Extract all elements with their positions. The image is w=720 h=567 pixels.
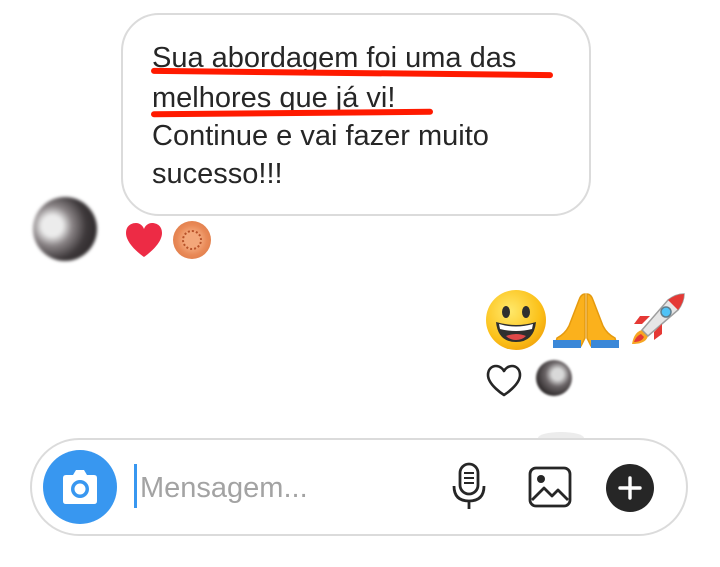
message-input[interactable]	[140, 466, 420, 510]
sender-avatar[interactable]	[33, 197, 97, 261]
folded-hands-emoji-icon	[553, 293, 619, 348]
grinning-face-emoji-icon	[486, 290, 546, 350]
seen-by-avatar	[536, 360, 572, 396]
plus-icon	[618, 476, 642, 500]
rocket-emoji-icon	[632, 293, 685, 344]
like-heart-outline-icon[interactable]	[485, 364, 523, 398]
camera-button[interactable]	[43, 450, 117, 524]
more-options-button[interactable]	[606, 464, 654, 512]
heart-reaction-icon	[126, 223, 162, 257]
message-line-4: sucesso!!!	[152, 158, 283, 190]
peach-sticker-reaction-icon	[173, 221, 211, 259]
gallery-image-icon[interactable]	[527, 465, 573, 509]
microphone-icon[interactable]	[449, 461, 489, 513]
message-line-3: Continue e vai fazer muito	[152, 120, 489, 152]
camera-icon	[63, 470, 97, 504]
text-cursor	[134, 464, 137, 508]
